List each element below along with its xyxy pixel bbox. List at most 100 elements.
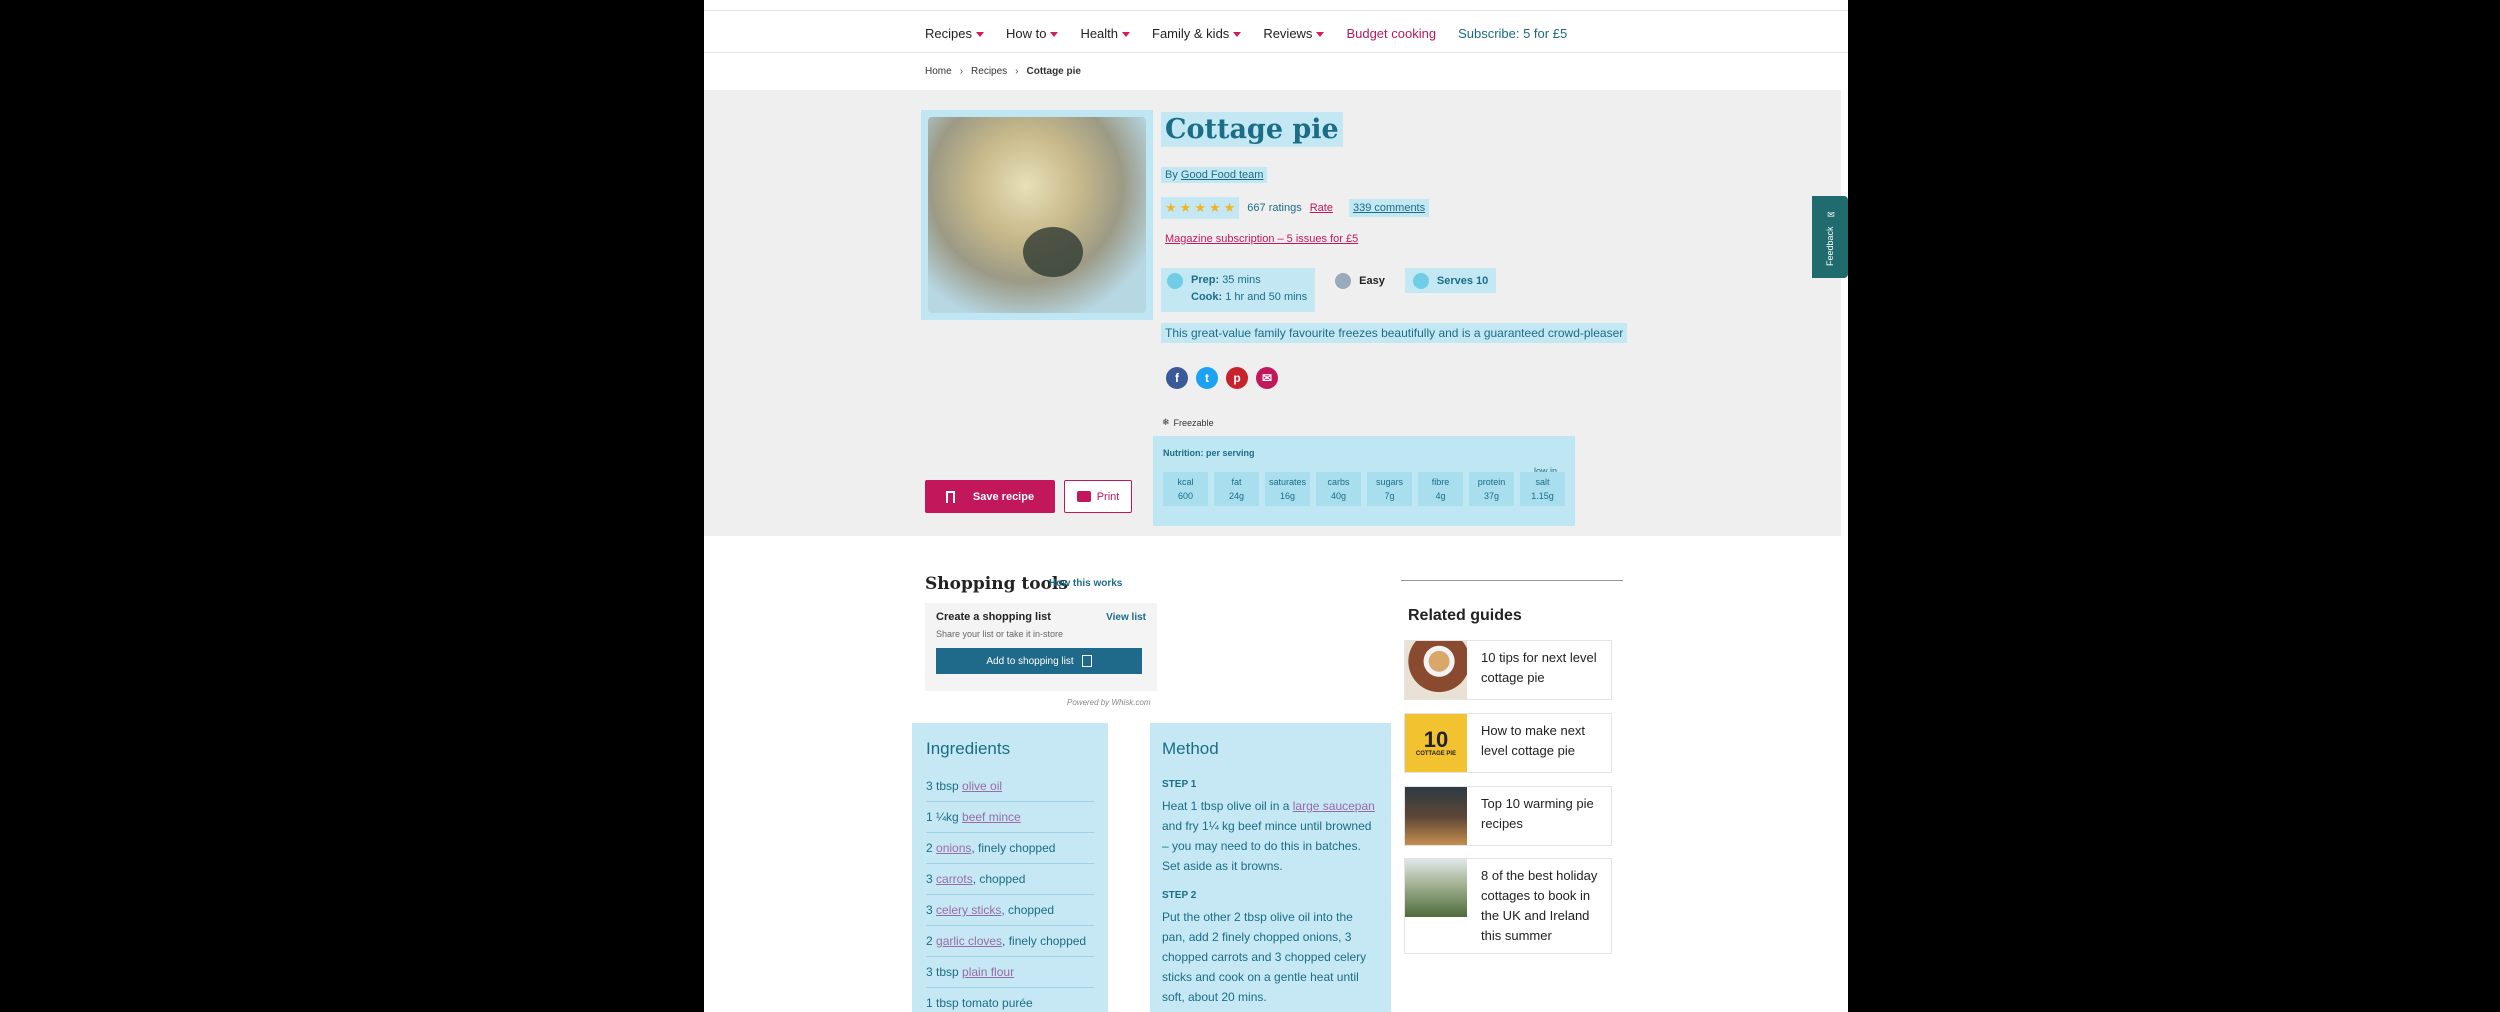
ingredient-qty: 2 [926,934,937,948]
page: Recipes How to Health Family & kids Revi… [704,0,1848,1012]
print-button[interactable]: Print [1064,480,1132,513]
ingredient-qty: 1 ¼kg [926,810,963,824]
rate-link[interactable]: Rate [1310,202,1333,214]
nutrition-label: sugars [1375,477,1403,487]
chef-hat-icon [1335,273,1352,289]
related-guide-card[interactable]: 8 of the best holiday cottages to book i… [1404,858,1612,954]
nutrition-cell: salt 1.15g [1520,472,1565,506]
magazine-link[interactable]: Magazine subscription – 5 issues for £5 [1161,231,1362,247]
nav-how-to[interactable]: How to [1006,26,1059,41]
add-to-shopping-list-button[interactable]: Add to shopping list [936,648,1142,674]
star-icon: ★ [1194,200,1206,215]
how-this-works-link[interactable]: How this works [1049,578,1122,589]
list-item: 3 tbsp olive oil [926,779,1094,802]
difficulty: Easy [1335,268,1385,289]
powered-by: Powered by Whisk.com [1067,698,1151,707]
nav-health[interactable]: Health [1080,26,1131,41]
cutlery-icon [1412,273,1429,289]
email-icon[interactable]: ✉ [1256,367,1278,389]
ingredient-qty: 3 tbsp [926,779,963,793]
ingredient-link[interactable]: beef mince [962,810,1021,824]
ingredient-note: , finely chopped [971,841,1056,855]
save-label: Save recipe [972,490,1035,503]
ingredient-qty: 3 [926,903,937,917]
related-guide-card[interactable]: Top 10 warming pie recipes [1404,786,1612,846]
star-rating[interactable]: ★ ★ ★ ★ ★ [1161,197,1240,219]
chevron-down-icon [1316,32,1325,37]
ingredient-link[interactable]: garlic cloves [936,934,1002,948]
ingredient-link[interactable]: onions [936,841,971,855]
nutrition-value: 16g [1279,491,1296,501]
breadcrumb-home[interactable]: Home [925,66,952,77]
ingredients-title: Ingredients [926,739,1011,758]
method-title: Method [1162,739,1219,758]
related-guide-card[interactable]: 10 tips for next level cottage pie [1404,640,1612,700]
nutrition-label: kcal [1177,477,1194,487]
author-prefix: By [1165,169,1178,181]
nav-divider [704,52,1848,53]
nav-subscribe[interactable]: Subscribe: 5 for £5 [1458,26,1567,41]
nav-recipes[interactable]: Recipes [925,26,984,41]
equipment-link[interactable]: large saucepan [1293,799,1375,813]
feedback-icon: ✉ [1825,208,1835,219]
ingredient-link[interactable]: olive oil [962,779,1002,793]
nutrition-label: carbs [1327,477,1350,487]
nutrition-cells: kcal 600 fat 24g saturates 16g carbs 40g sug… [1163,472,1565,506]
ingredient-link[interactable]: celery sticks [936,903,1001,917]
main-nav: Recipes How to Health Family & kids Revi… [925,26,1567,41]
facebook-icon[interactable]: f [1166,367,1188,389]
thumbnail-number: 10 [1423,727,1449,752]
step-1-label: STEP 1 [1162,779,1197,790]
breadcrumb-recipes[interactable]: Recipes [971,66,1007,77]
prep-time: 35 mins [1222,274,1261,286]
related-guides-title: Related guides [1408,607,1522,624]
nav-label: Health [1080,26,1119,41]
nav-reviews[interactable]: Reviews [1263,26,1325,41]
related-guide-card[interactable]: 10 COTTAGE PIE How to make next level co… [1404,713,1612,773]
list-item: 3 carrots, chopped [926,872,1094,895]
chevron-down-icon [1050,32,1059,37]
step-1-text: Heat 1 tbsp olive oil in a large saucepa… [1162,796,1379,876]
list-icon [1081,655,1092,667]
nutrition-value: 1.15g [1531,491,1554,501]
nutrition-cell: saturates 16g [1265,472,1310,506]
guide-title: 8 of the best holiday cottages to book i… [1481,868,1598,943]
star-icon: ★ [1179,200,1192,215]
ingredient-link[interactable]: carrots [936,872,973,886]
print-label: Print [1096,490,1120,503]
nutrition-label: protein [1477,477,1506,487]
save-recipe-button[interactable]: Save recipe [925,480,1055,513]
guide-title: How to make next level cottage pie [1481,723,1586,758]
comments-link[interactable]: 339 comments [1348,199,1430,217]
snowflake-icon: ❄ [1162,417,1170,427]
printer-icon [1076,491,1091,502]
nutrition-cell: fibre 4g [1418,472,1463,506]
nav-budget-cooking[interactable]: Budget cooking [1346,26,1436,41]
nutrition-value: 600 [1177,491,1194,501]
nav-family-kids[interactable]: Family & kids [1152,26,1242,41]
thumbnail-caption: COTTAGE PIE [1415,751,1457,757]
nutrition-value: 24g [1228,491,1245,501]
pinterest-icon[interactable]: p [1226,367,1248,389]
list-item: 1 tbsp tomato purée [926,996,1094,1012]
nutrition-value: 40g [1330,491,1347,501]
recipe-title: Cottage pie [1161,112,1343,147]
cook-time: 1 hr and 50 mins [1225,291,1308,303]
difficulty-label: Easy [1359,274,1385,287]
list-item: 3 tbsp plain flour [926,965,1094,988]
ingredient-qty: 2 [926,841,937,855]
nav-label: Reviews [1263,26,1313,41]
view-list-link[interactable]: View list [1106,612,1146,623]
author-link[interactable]: Good Food team [1181,169,1264,181]
ingredient-link[interactable]: plain flour [962,965,1014,979]
feedback-tab[interactable]: Feedback ✉ [1812,196,1848,278]
star-icon: ★ [1165,200,1177,215]
nutrition-label: salt [1535,477,1550,487]
step-text: and fry 1¼ kg beef mince until browned –… [1162,819,1372,873]
method-section: Method STEP 1 Heat 1 tbsp olive oil in a… [1150,723,1391,1012]
servings: Serves 10 [1404,268,1497,293]
list-item: 2 garlic cloves, finely chopped [926,934,1094,957]
nutrition-cell: fat 24g [1214,472,1259,506]
chevron-right-icon: › [1015,66,1019,77]
twitter-icon[interactable]: t [1196,367,1218,389]
